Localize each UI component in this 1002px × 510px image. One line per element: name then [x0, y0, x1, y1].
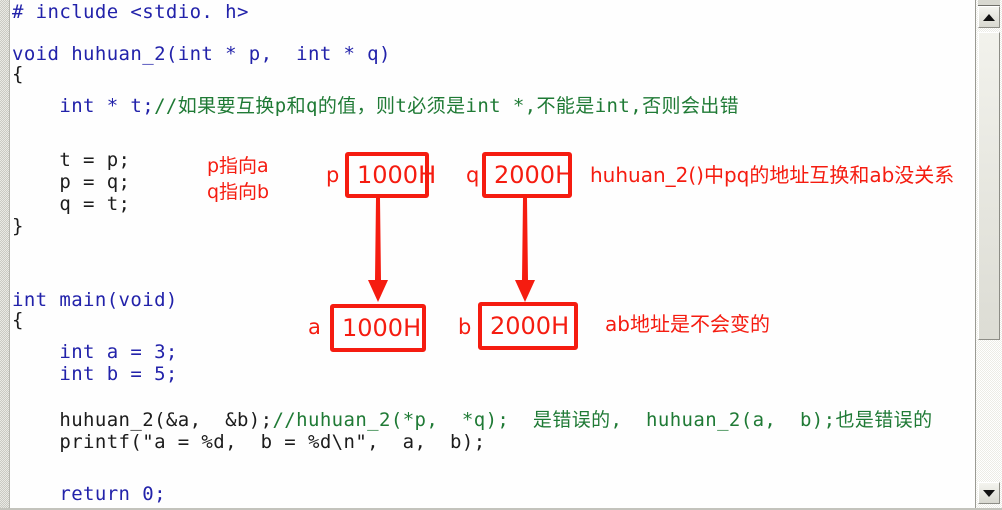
code-text: int main(void) — [12, 289, 178, 311]
box-label-a: a — [308, 315, 321, 339]
scroll-up-button[interactable] — [978, 6, 1000, 28]
annotation-text: p指向a — [207, 155, 269, 177]
code-text: } — [12, 215, 24, 237]
code-line: q = t; — [12, 194, 130, 214]
code-text: return 0; — [12, 483, 166, 505]
code-line: # include <stdio. h> — [12, 2, 249, 22]
code-line: } — [12, 216, 24, 236]
code-comment: //如果要互换p和q的值，则t必须是int *,不能是int,否则会出错 — [154, 95, 740, 117]
code-text: # include <stdio. h> — [12, 1, 249, 23]
code-text: { — [12, 63, 24, 85]
code-text: int b = 5; — [12, 363, 178, 385]
value-text: 2000H — [494, 161, 574, 189]
value-text: 1000H — [357, 161, 437, 189]
scrollbar-thumb[interactable] — [978, 32, 1000, 340]
value-box-b: 2000H — [478, 302, 578, 350]
code-line: { — [12, 64, 24, 84]
code-line: { — [12, 310, 24, 330]
annotation-p-points-a: p指向a — [207, 155, 269, 177]
chevron-down-icon — [983, 489, 995, 497]
annotation-text: huhuan_2()中pq的地址互换和ab没关系 — [590, 163, 955, 187]
code-line: p = q; — [12, 172, 130, 192]
label-text: q — [466, 163, 480, 187]
editor-gutter — [0, 0, 9, 510]
annotation-text: q指向b — [207, 181, 270, 203]
code-line: int main(void) — [12, 290, 178, 310]
label-text: a — [308, 315, 321, 339]
code-text: q = t; — [12, 193, 131, 215]
box-label-b: b — [458, 315, 471, 339]
label-text: p — [326, 163, 340, 187]
chevron-up-icon — [983, 13, 995, 21]
code-text: p = q; — [12, 171, 131, 193]
code-line: void huhuan_2(int * p, int * q) — [12, 44, 391, 64]
scroll-down-button[interactable] — [978, 482, 1000, 504]
vertical-scrollbar[interactable] — [975, 0, 1002, 510]
code-line: int b = 5; — [12, 364, 178, 384]
annotation-ab-fixed: ab地址是不会变的 — [605, 313, 770, 335]
code-text: printf("a = %d, b = %d\n", a, b); — [12, 431, 486, 453]
value-text: 2000H — [490, 312, 570, 340]
value-box-a: 1000H — [330, 304, 426, 352]
box-label-p: p — [326, 163, 339, 187]
code-line: return 0; — [12, 484, 166, 504]
annotation-q-points-b: q指向b — [207, 181, 269, 203]
code-comment: //huhuan_2(*p, *q); 是错误的, huhuan_2(a, b)… — [272, 409, 933, 431]
code-line: huhuan_2(&a, &b);//huhuan_2(*p, *q); 是错误… — [12, 410, 932, 430]
code-line: int * t;//如果要互换p和q的值，则t必须是int *,不能是int,否… — [12, 96, 739, 116]
value-box-q: 2000H — [482, 152, 574, 198]
arrow-q-to-b — [515, 198, 535, 302]
annotation-text: ab地址是不会变的 — [605, 312, 770, 336]
annotation-huhuan-note: huhuan_2()中pq的地址互换和ab没关系 — [590, 164, 954, 186]
code-surface[interactable]: # include <stdio. h> void huhuan_2(int *… — [10, 0, 976, 510]
code-text: void huhuan_2(int * p, int * q) — [12, 43, 391, 65]
code-text: { — [12, 309, 24, 331]
arrow-p-to-a — [368, 198, 388, 302]
box-label-q: q — [466, 163, 479, 187]
code-text: int * t; — [12, 95, 155, 117]
code-text: t = p; — [12, 149, 131, 171]
value-box-p: 1000H — [345, 152, 436, 198]
label-text: b — [458, 315, 472, 339]
value-text: 1000H — [342, 314, 422, 342]
code-line: printf("a = %d, b = %d\n", a, b); — [12, 432, 486, 452]
code-text: int a = 3; — [12, 341, 178, 363]
code-text: huhuan_2(&a, &b); — [12, 409, 273, 431]
code-editor-screenshot: # include <stdio. h> void huhuan_2(int *… — [0, 0, 1002, 510]
code-line: int a = 3; — [12, 342, 178, 362]
code-line: t = p; — [12, 150, 130, 170]
